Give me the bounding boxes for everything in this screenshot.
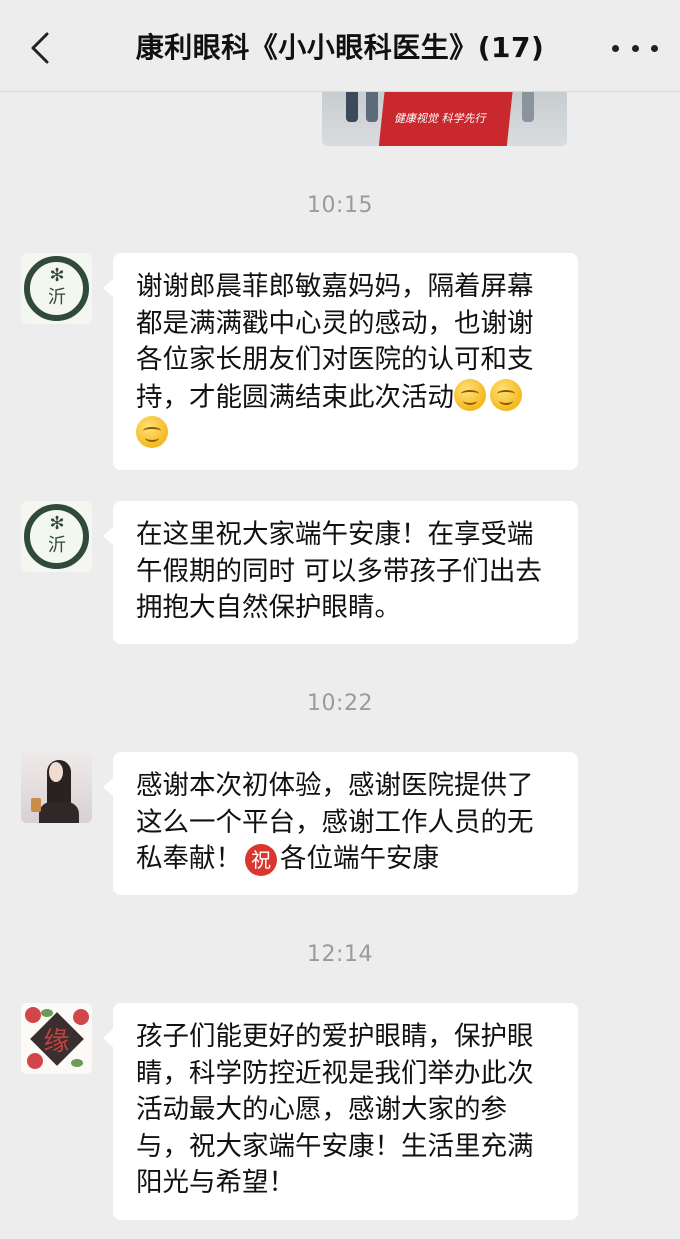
- back-button[interactable]: [20, 26, 60, 70]
- avatar[interactable]: 缘: [21, 1003, 92, 1074]
- message-text: 在这里祝大家端午安康！在享受端午假期的同时 可以多带孩子们出去拥抱大自然保护眼睛…: [136, 519, 542, 623]
- message-bubble[interactable]: 谢谢郎晨菲郎敏嘉妈妈，隔着屏幕都是满满戳中心灵的感动，也谢谢各位家长朋友们对医院…: [103, 253, 578, 470]
- smiling-face-icon: [490, 378, 522, 411]
- timestamp: 10:22: [307, 691, 373, 716]
- chevron-left-icon: [31, 32, 49, 64]
- smiling-face-icon: [454, 378, 486, 411]
- chat-title: 康利眼科《小小眼科医生》(17): [135, 31, 545, 64]
- timestamp: 12:14: [307, 942, 373, 967]
- avatar[interactable]: ✻ 沂: [21, 253, 92, 324]
- smiling-face-icon: [136, 416, 168, 448]
- more-options-button[interactable]: [612, 30, 658, 66]
- avatar[interactable]: ✻ 沂: [21, 501, 92, 572]
- avatar[interactable]: [21, 752, 92, 823]
- chat-screen: 康利眼科《小小眼科医生》(17) 健康视觉 科学先行 10:15 ✻ 沂 谢谢郎晨…: [0, 0, 680, 1239]
- clinic-logo-icon: ✻ 沂: [48, 513, 66, 556]
- message-bubble[interactable]: 孩子们能更好的爱护眼睛，保护眼睛，科学防控近视是我们举办此次活动最大的心愿，感谢…: [103, 1003, 578, 1220]
- clinic-logo-icon: ✻ 沂: [48, 265, 66, 308]
- photo-banner-text: 健康视觉 科学先行: [394, 112, 486, 125]
- flower-badge-icon: 缘: [43, 1027, 70, 1057]
- message-bubble[interactable]: 感谢本次初体验，感谢医院提供了这么一个平台，感谢工作人员的无私奉献！祝各位端午安…: [103, 752, 578, 895]
- message-text: 孩子们能更好的爱护眼睛，保护眼睛，科学防控近视是我们举办此次活动最大的心愿，感谢…: [136, 1021, 534, 1198]
- timestamp: 10:15: [307, 193, 373, 218]
- more-dots-icon: [612, 44, 619, 52]
- message-text: 各位端午安康: [280, 843, 439, 874]
- chat-header: 康利眼科《小小眼科医生》(17): [0, 0, 680, 92]
- blessing-badge-icon: 祝: [245, 844, 277, 876]
- message-bubble[interactable]: 在这里祝大家端午安康！在享受端午假期的同时 可以多带孩子们出去拥抱大自然保护眼睛…: [103, 501, 578, 644]
